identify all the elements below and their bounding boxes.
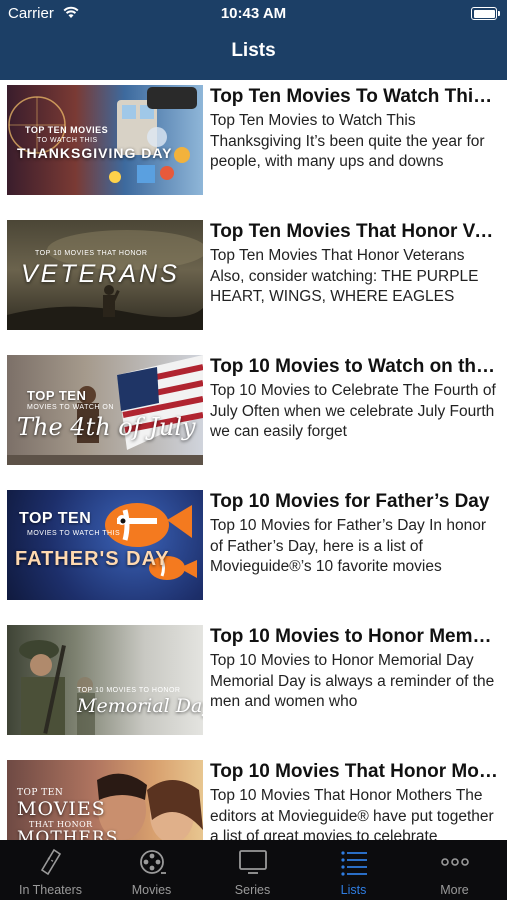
thumbnail-image: TOP 10 MOVIES TO HONOR Memorial Day [7,625,203,735]
film-reel-icon [139,850,166,874]
status-bar: Carrier 10:43 AM [0,0,507,28]
tab-more[interactable]: More [404,840,505,900]
tab-label: Movies [131,883,172,897]
list-item-description: Top 10 Movies to Celebrate The Fourth of… [210,382,496,440]
thumbnail-image: TOP TEN MOVIES TO WATCH THIS FATHER'S DA… [7,490,203,600]
tab-series[interactable]: Series [202,840,303,900]
thumbnail-image: TOP 10 MOVIES THAT HONOR VETERANS [7,220,203,330]
ticket-icon [40,848,61,876]
list-item[interactable]: TOP TEN MOVIES TO WATCH ON The 4th of Ju… [0,350,507,470]
tab-in-theaters[interactable]: In Theaters [0,840,101,900]
list-item-title: Top 10 Movies for Father’s Day [210,491,490,512]
list-item-description: Top 10 Movies That Honor Mothers The edi… [210,787,494,840]
tab-label: Series [234,883,271,897]
tv-icon [238,850,267,874]
lists-list[interactable]: TOP TEN MOVIES TO WATCH THIS THANKSGIVIN… [0,80,507,840]
navigation-bar: Carrier 10:43 AM Lists [0,0,507,80]
list-item-description: Top 10 Movies to Honor Memorial Day Memo… [210,652,495,710]
list-item-title: Top 10 Movies to Honor Memorial Day [210,626,500,647]
list-icon [340,851,367,876]
list-item-title: Top Ten Movies To Watch This Thanksgivin… [210,86,500,107]
list-item-title: Top 10 Movies That Honor Mothers [210,761,500,782]
list-item[interactable]: TOP TEN MOVIES TO WATCH THIS THANKSGIVIN… [0,80,507,200]
battery-icon [471,7,500,20]
list-item[interactable]: TOP TEN MOVIES THAT HONOR MOTHERS Top 10… [0,755,507,840]
tab-bar: In Theaters Movies Series Lists More [0,840,507,900]
clock: 10:43 AM [220,5,287,22]
list-item[interactable]: TOP 10 MOVIES THAT HONOR VETERANS Top Te… [0,215,507,335]
list-item-description: Top 10 Movies for Father’s Day In honor … [210,517,486,575]
tab-label: Lists [340,883,367,897]
list-item[interactable]: TOP TEN MOVIES TO WATCH THIS FATHER'S DA… [0,485,507,605]
tab-label: In Theaters [18,883,82,897]
tab-label: More [440,883,469,897]
thumbnail-image: TOP TEN MOVIES TO WATCH THIS THANKSGIVIN… [7,85,203,195]
list-item-description: Top Ten Movies to Watch This Thanksgivin… [210,112,485,170]
thumbnail-image: TOP TEN MOVIES THAT HONOR MOTHERS [7,760,203,840]
list-item[interactable]: TOP 10 MOVIES TO HONOR Memorial Day Top … [0,620,507,740]
page-title: Lists [231,40,276,61]
more-dots-icon [440,858,469,866]
list-item-title: Top Ten Movies That Honor Veterans [210,221,500,242]
thumbnail-image: TOP TEN MOVIES TO WATCH ON The 4th of Ju… [7,355,203,465]
tab-movies[interactable]: Movies [101,840,202,900]
list-item-description: Top Ten Movies That Honor Veterans Also,… [210,247,479,305]
list-item-title: Top 10 Movies to Watch on the 4th of Jul… [210,356,500,377]
tab-lists[interactable]: Lists [303,840,404,900]
